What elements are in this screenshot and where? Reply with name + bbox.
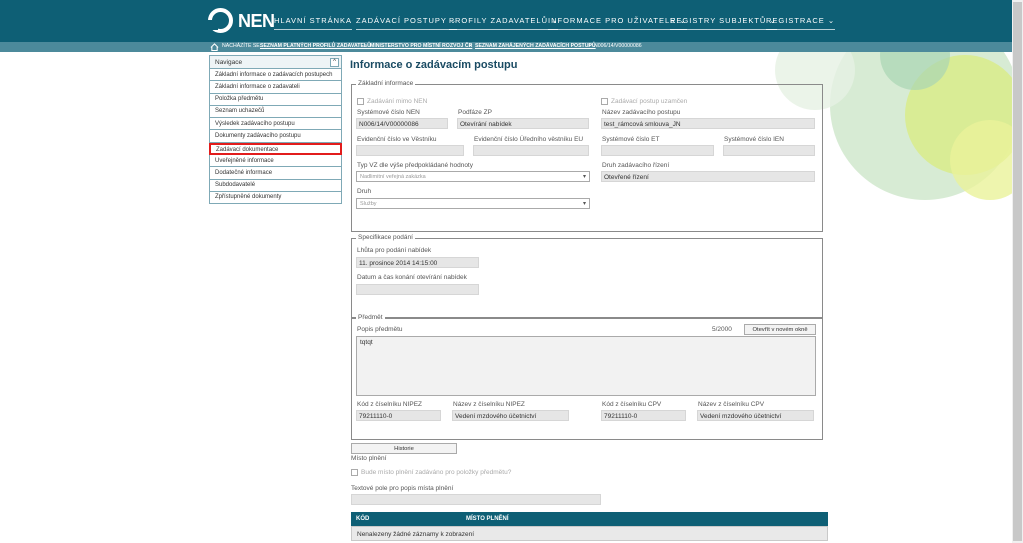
sys-et-label: Systémové číslo ET <box>602 136 660 143</box>
druh-label: Druh <box>357 188 372 195</box>
zadavani-mimo-nen-checkbox[interactable] <box>357 98 364 105</box>
nipez-kod-label: Kód z číselníku NIPEZ <box>357 401 423 408</box>
ev-eu-label: Evidenční číslo Úředního věstníku EU <box>474 136 584 143</box>
postup-uzamcen-checkbox[interactable] <box>601 98 608 105</box>
sidebar-item-polozka-predmetu[interactable]: Položka předmětu <box>209 93 342 106</box>
sys-et-field <box>601 145 714 156</box>
misto-polozky-label: Bude místo plnění zadáváno pro položky p… <box>361 469 512 476</box>
sys-cislo-nen-field: N006/14/V00000086 <box>356 118 448 129</box>
breadcrumb-separator: > <box>364 43 368 49</box>
typ-vz-value: Nadlimitní veřejná zakázka <box>360 174 426 180</box>
breadcrumb-ministerstvo[interactable]: MINISTERSTVO PRO MÍSTNÍ ROZVOJ ČR <box>370 43 472 49</box>
nav-registry-subjektu[interactable]: REGISTRY SUBJEKTŮ ⌄ <box>670 16 777 30</box>
lhuta-label: Lhůta pro podání nabídek <box>357 247 432 254</box>
section-legend: Specifikace podání <box>356 234 415 241</box>
sidebar-item-seznam-uchazecu[interactable]: Seznam uchazečů <box>209 105 342 119</box>
breadcrumb-seznam-postupu[interactable]: SEZNAM ZAHÁJENÝCH ZADÁVACÍCH POSTUPŮ <box>475 43 596 49</box>
section-legend: Předmět <box>356 314 385 321</box>
cpv-kod-label: Kód z číselníku CPV <box>602 401 662 408</box>
sidebar-item-zakladni-info-zadavatel[interactable]: Základní informace o zadavateli <box>209 81 342 94</box>
breadcrumb: NACHÁZÍTE SE: SEZNAM PLATNÝCH PROFILŮ ZA… <box>0 42 1012 52</box>
sidebar-navigation: Navigace ^ Základní informace o zadávací… <box>209 55 342 205</box>
char-counter: 5/2000 <box>712 326 732 333</box>
zadavani-mimo-nen-label: Zadávání mimo NEN <box>367 98 428 105</box>
top-navigation-bar: NEN HLAVNÍ STRÁNKA ZADÁVACÍ POSTUPY ⌄ PR… <box>0 0 1012 42</box>
druh-value: Služby <box>360 201 377 207</box>
textove-pole-label: Textové pole pro popis místa plnění <box>351 485 454 492</box>
misto-table-header: KÓD MÍSTO PLNĚNÍ <box>351 512 828 526</box>
table-empty-row: Nenalezeny žádné záznamy k zobrazení <box>351 526 828 541</box>
otevirani-label: Datum a čas konání otevírání nabídek <box>357 274 467 281</box>
otevirani-field <box>356 284 479 295</box>
breadcrumb-profily[interactable]: SEZNAM PLATNÝCH PROFILŮ ZADAVATELŮ <box>260 43 371 49</box>
nav-hlavni-stranka[interactable]: HLAVNÍ STRÁNKA <box>274 16 353 30</box>
ev-vestnik-label: Evidenční číslo ve Věstníku <box>357 136 437 143</box>
podfaze-field: Otevírání nabídek <box>457 118 589 129</box>
postup-uzamcen-label: Zadávací postup uzamčen <box>611 98 688 105</box>
popis-predmetu-label: Popis předmětu <box>357 326 403 333</box>
vertical-scrollbar[interactable] <box>1012 0 1023 543</box>
sidebar-item-vysledek[interactable]: Výsledek zadávacího postupu <box>209 118 342 131</box>
nav-registrace[interactable]: REGISTRACE ⌄ <box>766 16 836 30</box>
misto-polozky-checkbox[interactable] <box>351 469 358 476</box>
sys-ien-label: Systémové číslo IEN <box>724 136 784 143</box>
nipez-nazev-field: Vedení mzdového účetnictví <box>452 410 569 421</box>
sidebar-item-zadavaci-dokumentace[interactable]: Zadávací dokumentace <box>209 142 342 156</box>
breadcrumb-separator: > <box>469 43 473 49</box>
sidebar-title: Navigace <box>215 59 243 66</box>
nen-logo[interactable]: NEN <box>208 8 275 34</box>
breadcrumb-current: N006/14/V00000086 <box>594 43 642 49</box>
section-legend: Základní informace <box>356 80 416 87</box>
nazev-postupu-label: Název zadávacího postupu <box>602 109 681 116</box>
druh-rizeni-field: Otevřené řízení <box>601 171 815 182</box>
nipez-kod-field: 79211110-0 <box>356 410 441 421</box>
druh-select[interactable]: Služby ▾ <box>356 198 590 209</box>
column-kod[interactable]: KÓD <box>356 516 369 522</box>
logo-ring-icon <box>208 8 233 33</box>
dropdown-arrow-icon: ▾ <box>582 174 586 180</box>
ev-eu-field <box>473 145 589 156</box>
sys-ien-field <box>723 145 815 156</box>
logo-text: NEN <box>238 11 275 31</box>
podfaze-label: Podfáze ZP <box>458 109 492 116</box>
nav-profily-zadavatelu[interactable]: PROFILY ZADAVATELŮ ⌄ <box>449 16 559 30</box>
popis-predmetu-textarea[interactable]: tqtqt <box>356 336 816 396</box>
misto-plneni-title: Místo plnění <box>351 455 387 462</box>
basic-info-section: Základní informace <box>351 80 823 232</box>
textove-pole-field[interactable] <box>351 494 601 505</box>
druh-rizeni-label: Druh zadávacího řízení <box>602 162 670 169</box>
sidebar-item-zpristupnene-dokumenty[interactable]: Zpřístupněné dokumenty <box>209 191 342 205</box>
breadcrumb-separator: > <box>588 43 592 49</box>
dropdown-arrow-icon: ▾ <box>582 201 586 207</box>
home-icon[interactable] <box>210 43 219 51</box>
sidebar-item-subdodavatele[interactable]: Subdodavatelé <box>209 179 342 192</box>
nipez-nazev-label: Název z číselníku NIPEZ <box>453 401 525 408</box>
cpv-kod-field: 79211110-0 <box>601 410 686 421</box>
breadcrumb-prefix: NACHÁZÍTE SE: <box>222 43 262 49</box>
typ-vz-select[interactable]: Nadlimitní veřejná zakázka ▾ <box>356 171 590 182</box>
nazev-postupu-field: test_rámcová smlouva_JN <box>601 118 815 129</box>
cpv-nazev-label: Název z číselníku CPV <box>698 401 765 408</box>
collapse-icon[interactable]: ^ <box>330 58 339 67</box>
nav-informace-pro-uzivatele[interactable]: INFORMACE PRO UŽIVATELE ⌄ <box>548 16 687 30</box>
scroll-thumb[interactable] <box>1013 2 1022 541</box>
open-new-window-button[interactable]: Otevřít v novém okně <box>744 324 816 335</box>
lhuta-field: 11. prosince 2014 14:15:00 <box>356 257 479 268</box>
ev-vestnik-field <box>356 145 464 156</box>
sidebar-item-dodatecne-informace[interactable]: Dodatečné informace <box>209 167 342 180</box>
historie-button[interactable]: Historie <box>351 443 457 454</box>
sidebar-item-dokumenty[interactable]: Dokumenty zadávacího postupu <box>209 130 342 143</box>
cpv-nazev-field: Vedení mzdového účetnictví <box>697 410 814 421</box>
sidebar-header: Navigace ^ <box>209 55 342 69</box>
typ-vz-label: Typ VZ dle výše předpokládané hodnoty <box>357 162 473 169</box>
sidebar-item-uverejnene-informace[interactable]: Uveřejněné informace <box>209 155 342 168</box>
page-title: Informace o zadávacím postupu <box>350 59 518 71</box>
sys-cislo-nen-label: Systémové číslo NEN <box>357 109 420 116</box>
column-misto-plneni[interactable]: MÍSTO PLNĚNÍ <box>466 516 509 522</box>
sidebar-item-zakladni-info-postupy[interactable]: Základní informace o zadávacích postupec… <box>209 69 342 82</box>
nav-zadavaci-postupy[interactable]: ZADÁVACÍ POSTUPY ⌄ <box>356 16 458 30</box>
